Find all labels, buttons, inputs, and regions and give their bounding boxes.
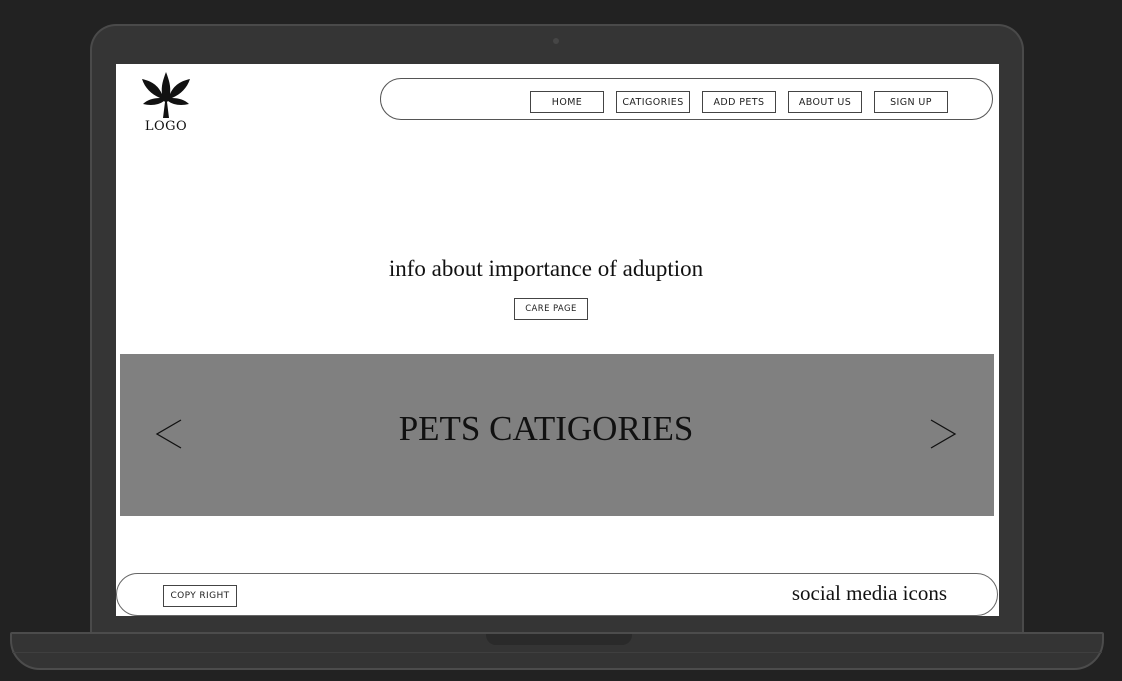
nav-menu: HOME CATIGORIES ADD PETS ABOUT US SIGN U… (530, 91, 948, 113)
nav-about-us-button[interactable]: ABOUT US (788, 91, 862, 113)
leaf-icon (142, 72, 190, 118)
logo-text: LOGO (144, 119, 188, 134)
browser-screen: LOGO HOME CATIGORIES ADD PETS ABOUT US S… (116, 64, 999, 616)
navigation-bar: HOME CATIGORIES ADD PETS ABOUT US SIGN U… (380, 78, 993, 120)
chevron-right-icon[interactable] (928, 414, 958, 454)
pets-categories-banner: PETS CATIGORIES (120, 354, 994, 516)
laptop-base (10, 632, 1104, 670)
social-media-icons[interactable]: social media icons (792, 581, 947, 606)
nav-add-pets-button[interactable]: ADD PETS (702, 91, 776, 113)
banner-title: PETS CATIGORIES (398, 409, 694, 448)
care-page-button[interactable]: CARE PAGE (514, 298, 588, 320)
camera-icon (553, 38, 559, 44)
copyright-label: COPY RIGHT (163, 585, 237, 607)
nav-categories-button[interactable]: CATIGORIES (616, 91, 690, 113)
adoption-info-text: info about importance of aduption (388, 256, 704, 281)
nav-home-button[interactable]: HOME (530, 91, 604, 113)
site-logo[interactable]: LOGO (138, 72, 194, 134)
trackpad-notch (486, 634, 632, 645)
nav-sign-up-button[interactable]: SIGN UP (874, 91, 948, 113)
footer-bar: COPY RIGHT social media icons (116, 573, 998, 616)
base-divider (12, 652, 1102, 653)
